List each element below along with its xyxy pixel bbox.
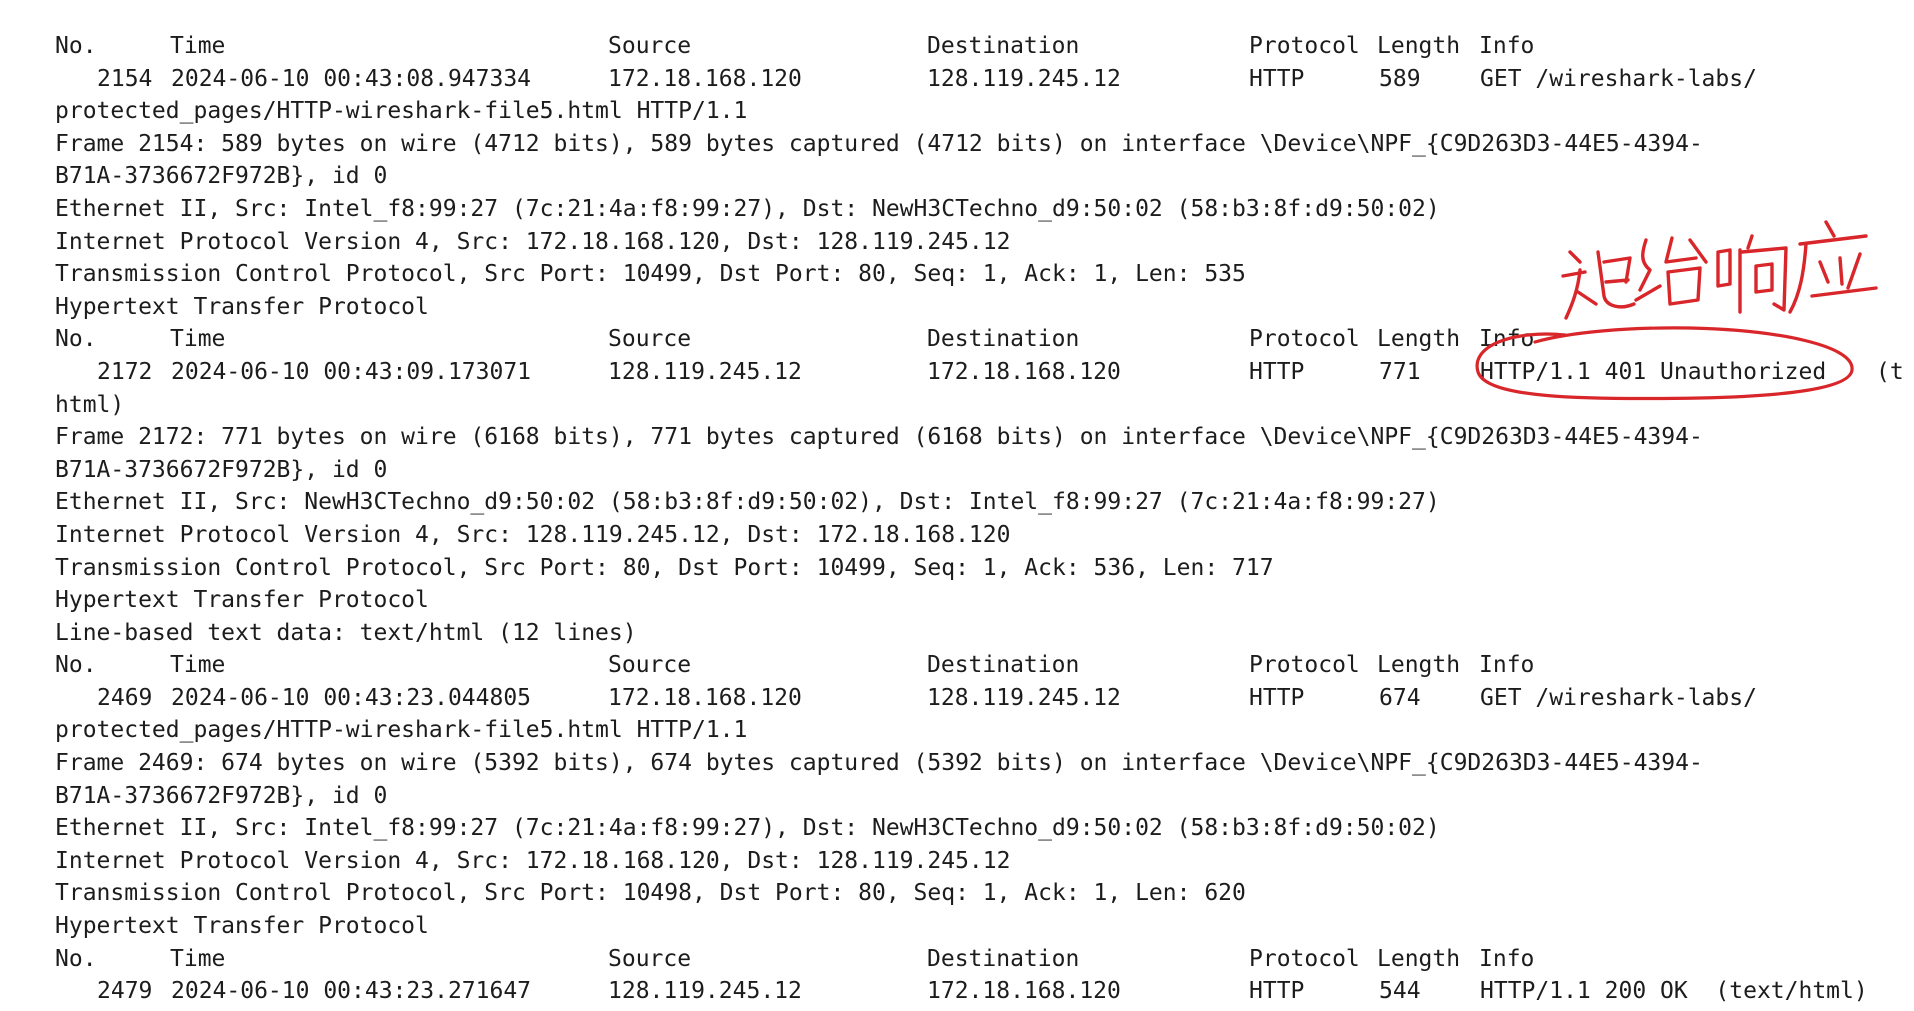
packet-number: 2172: [97, 358, 153, 385]
header-info: Info: [1479, 652, 1535, 679]
packet-detail-line: Transmission Control Protocol, Src Port:…: [55, 261, 1246, 288]
header-no: No.: [55, 945, 97, 972]
header-length: Length: [1377, 326, 1461, 353]
column-header-row: No. Time Source Destination Protocol Length In…: [55, 30, 1914, 63]
packet-detail-line: protected_pages/HTTP-wireshark-file5.htm…: [55, 717, 748, 744]
packet-destination: 128.119.245.12: [927, 65, 1121, 92]
header-length: Length: [1377, 33, 1461, 59]
packet-detail-line: Transmission Control Protocol, Src Port:…: [55, 880, 1246, 907]
header-destination: Destination: [927, 945, 1080, 972]
packet-summary-row[interactable]: 2469 2024-06-10 00:43:23.044805 172.18.168…: [55, 682, 1914, 715]
packet-source: 172.18.168.120: [608, 684, 802, 711]
packet-detail-line: html): [55, 391, 125, 418]
packet-summary-row[interactable]: 2479 2024-06-10 00:43:23.271647 128.119.24…: [55, 975, 1914, 1008]
packet-time: 2024-06-10 00:43:09.173071: [171, 358, 532, 385]
column-header-row: No. Time Source Destination Protocol Length In…: [55, 323, 1914, 356]
packet-detail-line: Ethernet II, Src: Intel_f8:99:27 (7c:21:…: [55, 195, 1440, 222]
packet-number: 2469: [97, 684, 153, 711]
packet-number: 2479: [97, 978, 153, 1005]
packet-summary-row[interactable]: 2154 2024-06-10 00:43:08.947334 172.18.168…: [55, 63, 1914, 96]
packet-time: 2024-06-10 00:43:23.271647: [171, 978, 532, 1005]
packet-block: No. Time Source Destination Protocol Length In…: [55, 323, 1914, 649]
header-no: No.: [55, 652, 97, 679]
packet-summary-row[interactable]: 2172 2024-06-10 00:43:09.173071 128.119.24…: [55, 356, 1914, 389]
header-destination: Destination: [927, 33, 1080, 59]
header-info: Info: [1479, 326, 1535, 353]
header-protocol: Protocol: [1249, 652, 1360, 679]
packet-protocol: HTTP: [1249, 358, 1305, 385]
packet-block: No. Time Source Destination Protocol Length In…: [55, 649, 1914, 942]
column-header-row: No. Time Source Destination Protocol Length In…: [55, 649, 1914, 682]
packet-detail-line: Line-based text data: text/html (12 line…: [55, 619, 637, 646]
header-no: No.: [55, 33, 97, 59]
packet-length: 771: [1379, 358, 1421, 385]
header-source: Source: [608, 652, 692, 679]
packet-destination: 172.18.168.120: [927, 358, 1121, 385]
packet-info: HTTP/1.1 401 Unauthorized: [1480, 358, 1827, 385]
column-header-row: No. Time Source Destination Protocol Length In…: [55, 943, 1914, 976]
header-time: Time: [170, 326, 226, 353]
packet-destination: 172.18.168.120: [927, 978, 1121, 1005]
header-info: Info: [1479, 33, 1535, 59]
packet-source: 172.18.168.120: [608, 65, 802, 92]
packet-detail-line: Hypertext Transfer Protocol: [55, 913, 429, 940]
packet-block: No. Time Source Destination Protocol Length In…: [55, 30, 1914, 323]
packet-protocol: HTTP: [1249, 65, 1305, 92]
packet-destination: 128.119.245.12: [927, 684, 1121, 711]
packet-detail-line: Frame 2469: 674 bytes on wire (5392 bits…: [55, 750, 1703, 777]
packet-length: 589: [1379, 65, 1421, 92]
header-time: Time: [170, 945, 226, 972]
packet-source: 128.119.245.12: [608, 358, 802, 385]
packet-info: HTTP/1.1 200 OK (text/html): [1480, 978, 1868, 1005]
header-protocol: Protocol: [1249, 33, 1360, 59]
packet-detail-line: Ethernet II, Src: NewH3CTechno_d9:50:02 …: [55, 489, 1440, 516]
packet-detail-line: B71A-3736672F972B}, id 0: [55, 456, 388, 483]
packet-source: 128.119.245.12: [608, 978, 802, 1005]
packet-info: GET /wireshark-labs/: [1480, 65, 1757, 92]
header-time: Time: [170, 652, 226, 679]
packet-detail-line: Transmission Control Protocol, Src Port:…: [55, 554, 1274, 581]
header-info: Info: [1479, 945, 1535, 972]
packet-block: No. Time Source Destination Protocol Length In…: [55, 943, 1914, 1008]
packet-detail-line: Frame 2154: 589 bytes on wire (4712 bits…: [55, 130, 1703, 157]
header-length: Length: [1377, 652, 1461, 679]
packet-detail-line: Hypertext Transfer Protocol: [55, 587, 429, 614]
packet-info: GET /wireshark-labs/: [1480, 684, 1757, 711]
packet-info-overflow: (t: [1876, 358, 1904, 385]
packet-number: 2154: [97, 65, 153, 92]
header-destination: Destination: [927, 326, 1080, 353]
packet-detail-line: B71A-3736672F972B}, id 0: [55, 163, 388, 190]
packet-detail-line: Hypertext Transfer Protocol: [55, 293, 429, 320]
packet-protocol: HTTP: [1249, 684, 1305, 711]
header-destination: Destination: [927, 652, 1080, 679]
packet-detail-line: Internet Protocol Version 4, Src: 172.18…: [55, 847, 1011, 874]
header-source: Source: [608, 33, 692, 59]
header-length: Length: [1377, 945, 1461, 972]
header-protocol: Protocol: [1249, 326, 1360, 353]
packet-length: 544: [1379, 978, 1421, 1005]
packet-detail-line: protected_pages/HTTP-wireshark-file5.htm…: [55, 98, 748, 125]
header-protocol: Protocol: [1249, 945, 1360, 972]
packet-length: 674: [1379, 684, 1421, 711]
packet-detail-line: B71A-3736672F972B}, id 0: [55, 782, 388, 809]
packet-dump: No. Time Source Destination Protocol Length In…: [55, 30, 1914, 1008]
packet-protocol: HTTP: [1249, 978, 1305, 1005]
packet-detail-line: Internet Protocol Version 4, Src: 128.11…: [55, 521, 1011, 548]
header-source: Source: [608, 945, 692, 972]
packet-detail-line: Ethernet II, Src: Intel_f8:99:27 (7c:21:…: [55, 815, 1440, 842]
packet-time: 2024-06-10 00:43:08.947334: [171, 65, 532, 92]
packet-detail-line: Internet Protocol Version 4, Src: 172.18…: [55, 228, 1011, 255]
packet-detail-line: Frame 2172: 771 bytes on wire (6168 bits…: [55, 424, 1703, 451]
header-time: Time: [170, 33, 226, 59]
header-no: No.: [55, 326, 97, 353]
packet-time: 2024-06-10 00:43:23.044805: [171, 684, 532, 711]
header-source: Source: [608, 326, 692, 353]
